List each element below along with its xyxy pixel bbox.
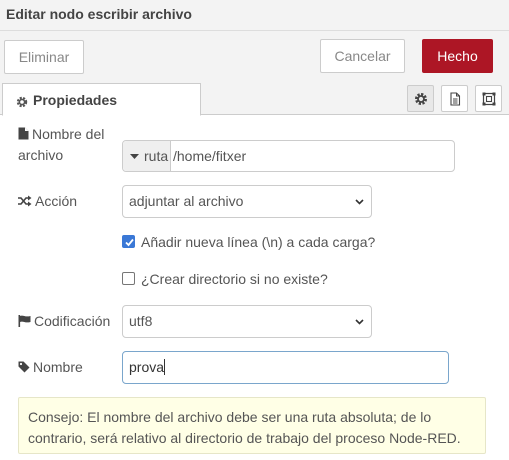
tab-properties[interactable]: Propiedades	[2, 83, 201, 116]
cancel-button[interactable]: Cancelar	[320, 39, 405, 73]
chevron-down-icon	[355, 199, 364, 205]
flag-icon	[18, 315, 31, 327]
filename-typed-input[interactable]: ruta /home/fitxer	[122, 140, 455, 172]
encoding-selected-value: utf8	[129, 313, 153, 329]
file-icon	[18, 127, 29, 140]
check-icon	[125, 238, 134, 247]
action-selected-value: adjuntar al archivo	[129, 193, 244, 209]
name-input-value: prova	[129, 359, 165, 375]
filename-value[interactable]: /home/fitxer	[173, 141, 246, 171]
encoding-label-row: Codificación	[18, 311, 110, 332]
description-tab-button[interactable]	[441, 85, 468, 112]
filename-label-line2: archivo	[18, 147, 64, 163]
dialog-toolbar: Eliminar Cancelar Hecho	[0, 31, 509, 80]
caret-down-icon	[130, 154, 139, 159]
done-button[interactable]: Hecho	[422, 39, 493, 73]
tag-icon	[18, 361, 30, 373]
appearance-tab-button[interactable]	[475, 85, 502, 112]
filename-label-line1: Nombre del	[32, 126, 105, 142]
filename-type-selector[interactable]: ruta	[123, 141, 171, 171]
dialog-header: Editar nodo escribir archivo	[0, 0, 509, 31]
encoding-select[interactable]: utf8	[122, 305, 372, 338]
create-dir-option[interactable]: ¿Crear directorio si no existe?	[122, 271, 342, 287]
tip-text: Consejo: El nombre del archivo debe ser …	[28, 409, 461, 446]
name-label: Nombre	[33, 359, 83, 375]
delete-button[interactable]: Eliminar	[4, 40, 84, 74]
tab-bar: Propiedades	[0, 80, 509, 116]
random-icon	[18, 195, 32, 207]
filename-type-label: ruta	[144, 148, 169, 164]
tip-box: Consejo: El nombre del archivo debe ser …	[18, 397, 486, 454]
text-cursor	[164, 359, 166, 375]
action-label-row: Acción	[18, 191, 77, 212]
dialog-title: Editar nodo escribir archivo	[6, 6, 192, 22]
append-newline-option[interactable]: Añadir nueva línea (\n) a cada carga?	[122, 234, 382, 250]
append-newline-checkbox[interactable]	[122, 235, 135, 248]
create-dir-label: ¿Crear directorio si no existe?	[141, 271, 328, 287]
action-label: Acción	[35, 193, 78, 209]
settings-tab-button[interactable]	[407, 85, 434, 112]
encoding-label: Codificación	[34, 313, 111, 329]
name-input[interactable]: prova	[122, 351, 449, 384]
action-select[interactable]: adjuntar al archivo	[122, 185, 372, 218]
create-dir-checkbox[interactable]	[122, 272, 135, 285]
chevron-down-icon	[355, 319, 364, 325]
tab-properties-label: Propiedades	[33, 92, 118, 108]
filename-label: Nombre del archivo	[18, 124, 104, 166]
append-newline-label: Añadir nueva línea (\n) a cada carga?	[141, 234, 376, 250]
gear-icon	[16, 95, 28, 108]
name-label-row: Nombre	[18, 357, 83, 378]
